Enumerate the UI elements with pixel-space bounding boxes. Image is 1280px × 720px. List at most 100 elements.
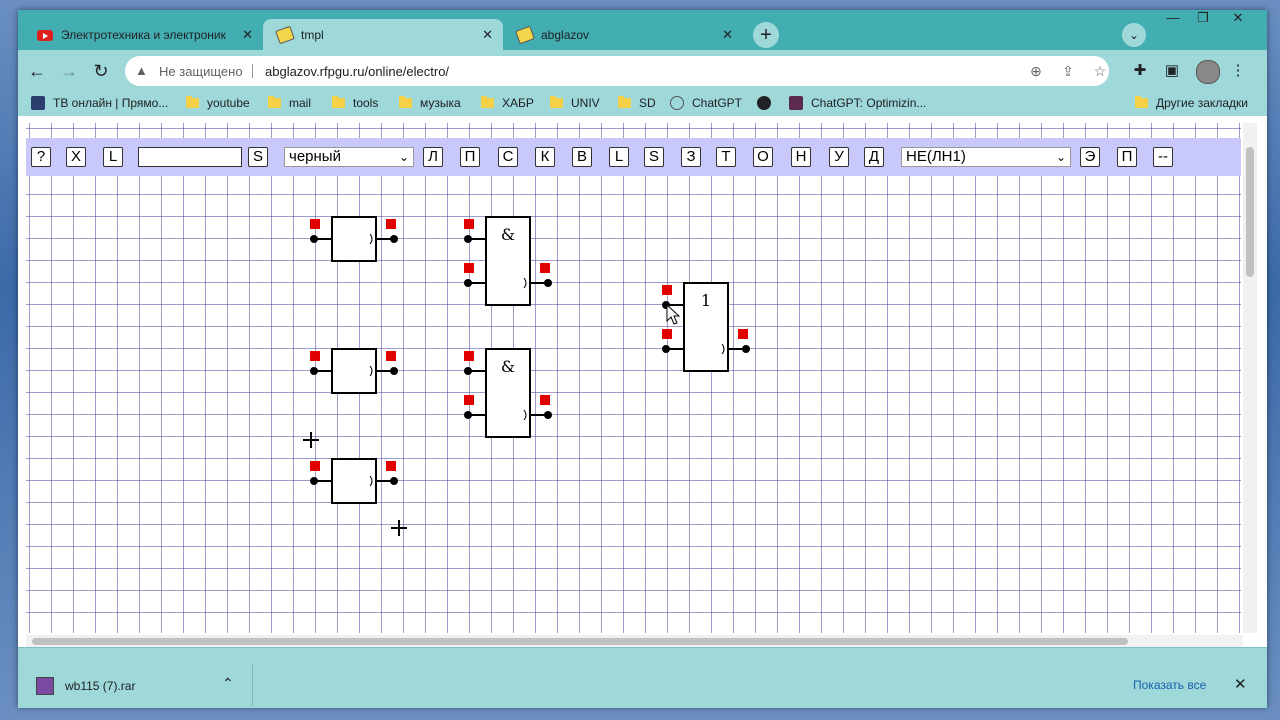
- side-panel-icon[interactable]: ▣: [1162, 61, 1182, 79]
- bookmark-label: ТВ онлайн | Прямо...: [53, 96, 169, 110]
- tab-tmpl[interactable]: tmpl ✕: [263, 19, 503, 51]
- scroll-thumb[interactable]: [32, 638, 1128, 645]
- tv-icon: [31, 96, 45, 110]
- tool-button[interactable]: К: [535, 147, 555, 167]
- extensions-icon[interactable]: ✚: [1130, 61, 1150, 79]
- bookmark-star-icon[interactable]: ☆: [1091, 63, 1109, 80]
- chevron-up-icon[interactable]: ⌃: [222, 675, 234, 692]
- zoom-icon[interactable]: ⊕: [1027, 63, 1045, 80]
- tool-button[interactable]: Э: [1080, 147, 1100, 167]
- tool-button[interactable]: О: [753, 147, 773, 167]
- avatar[interactable]: [1196, 60, 1220, 84]
- warning-icon[interactable]: ▲: [135, 63, 148, 78]
- tool-button[interactable]: Л: [423, 147, 443, 167]
- tab-electrotech[interactable]: Электротехника и электроника ✕: [23, 19, 263, 51]
- bookmark-tools[interactable]: tools: [332, 96, 378, 110]
- close-icon[interactable]: ✕: [242, 27, 253, 43]
- tool-button[interactable]: З: [681, 147, 701, 167]
- output-pin: [742, 345, 750, 353]
- bookmark-label: музыка: [420, 96, 461, 110]
- tool-button[interactable]: L: [609, 147, 629, 167]
- bookmark-sd[interactable]: SD: [618, 96, 656, 110]
- chatgpt-icon: [670, 96, 684, 110]
- minimize-button[interactable]: —: [1156, 10, 1190, 26]
- tool-button[interactable]: --: [1153, 147, 1173, 167]
- input-pin: [464, 367, 472, 375]
- chevron-down-icon: ⌄: [398, 150, 409, 164]
- bookmark-label: Другие закладки: [1156, 96, 1248, 110]
- tool-button[interactable]: S: [644, 147, 664, 167]
- input-marker: [464, 351, 474, 361]
- folder-icon: [332, 96, 345, 108]
- load-button[interactable]: L: [103, 147, 123, 167]
- tool-button[interactable]: Т: [716, 147, 736, 167]
- delete-button[interactable]: X: [66, 147, 86, 167]
- tab-title: tmpl: [301, 28, 324, 42]
- not-secure-label[interactable]: Не защищено: [159, 64, 243, 79]
- close-icon[interactable]: ✕: [482, 27, 493, 43]
- bookmark-youtube[interactable]: youtube: [186, 96, 250, 110]
- reload-button[interactable]: ↻: [89, 59, 113, 83]
- tool-button[interactable]: П: [460, 147, 480, 167]
- bookmark-habr[interactable]: ХАБР: [481, 96, 534, 110]
- chevron-down-icon: ⌄: [1055, 150, 1066, 164]
- close-window-button[interactable]: ✕: [1221, 10, 1255, 26]
- folder-icon: [399, 96, 412, 108]
- tool-button[interactable]: В: [572, 147, 592, 167]
- new-tab-button[interactable]: +: [753, 22, 779, 48]
- divider: [252, 664, 253, 706]
- folder-icon: [550, 96, 563, 108]
- output-pin: [544, 279, 552, 287]
- address-bar[interactable]: ▲ Не защищено abglazov.rfpgu.ru/online/e…: [125, 56, 1109, 86]
- bookmark-label: ChatGPT: Optimizin...: [811, 96, 927, 110]
- chatgpt-icon: [789, 96, 803, 110]
- vertical-scrollbar[interactable]: [1243, 123, 1257, 633]
- help-button[interactable]: ?: [31, 147, 51, 167]
- output-pin: [390, 235, 398, 243]
- bookmark-globe[interactable]: [757, 96, 779, 110]
- close-icon[interactable]: ✕: [722, 27, 733, 43]
- output-pin: [544, 411, 552, 419]
- bookmark-chatgpt[interactable]: ChatGPT: [670, 96, 742, 110]
- show-all-downloads-link[interactable]: Показать все: [1133, 678, 1206, 692]
- save-button[interactable]: S: [248, 147, 268, 167]
- circuit-canvas[interactable]: & & 1: [26, 123, 1241, 633]
- gate-label: &: [501, 357, 515, 376]
- tool-button[interactable]: Д: [864, 147, 884, 167]
- download-filename[interactable]: wb115 (7).rar: [65, 679, 135, 693]
- archive-icon: [36, 677, 54, 695]
- tool-button[interactable]: П: [1117, 147, 1137, 167]
- bookmark-univ[interactable]: UNIV: [550, 96, 600, 110]
- close-icon[interactable]: ✕: [1234, 675, 1247, 693]
- menu-icon[interactable]: ⋮: [1228, 61, 1248, 79]
- url-text[interactable]: abglazov.rfpgu.ru/online/electro/: [265, 64, 449, 79]
- input-pin: [464, 411, 472, 419]
- forward-button[interactable]: →: [57, 59, 81, 83]
- input-pin: [310, 235, 318, 243]
- bookmark-music[interactable]: музыка: [399, 96, 461, 110]
- back-button[interactable]: ←: [25, 59, 49, 83]
- bookmark-other[interactable]: Другие закладки: [1135, 96, 1248, 110]
- bookmark-tv-online[interactable]: ТВ онлайн | Прямо...: [31, 96, 168, 110]
- maximize-button[interactable]: ❐: [1186, 10, 1220, 26]
- horizontal-scrollbar[interactable]: [26, 635, 1243, 647]
- bookmark-label: tools: [353, 96, 379, 110]
- share-icon[interactable]: ⇪: [1059, 63, 1077, 80]
- folder-icon: [618, 96, 631, 108]
- tool-button[interactable]: У: [829, 147, 849, 167]
- bookmark-mail[interactable]: mail: [268, 96, 311, 110]
- input-marker: [662, 285, 672, 295]
- tool-button[interactable]: С: [498, 147, 518, 167]
- input-marker: [310, 461, 320, 471]
- output-marker: [386, 461, 396, 471]
- name-input[interactable]: [138, 147, 242, 167]
- bookmark-chatgpt-optimizing[interactable]: ChatGPT: Optimizin...: [789, 96, 926, 110]
- browser-toolbar: ← → ↻ ▲ Не защищено abglazov.rfpgu.ru/on…: [18, 50, 1267, 92]
- scroll-thumb[interactable]: [1246, 147, 1254, 277]
- tab-abglazov[interactable]: abglazov ✕: [503, 19, 743, 51]
- tool-button[interactable]: Н: [791, 147, 811, 167]
- tab-search-button[interactable]: ⌄: [1122, 23, 1146, 47]
- color-select[interactable]: черный ⌄: [284, 147, 414, 167]
- input-pin: [464, 279, 472, 287]
- element-select[interactable]: НЕ(ЛН1) ⌄: [901, 147, 1071, 167]
